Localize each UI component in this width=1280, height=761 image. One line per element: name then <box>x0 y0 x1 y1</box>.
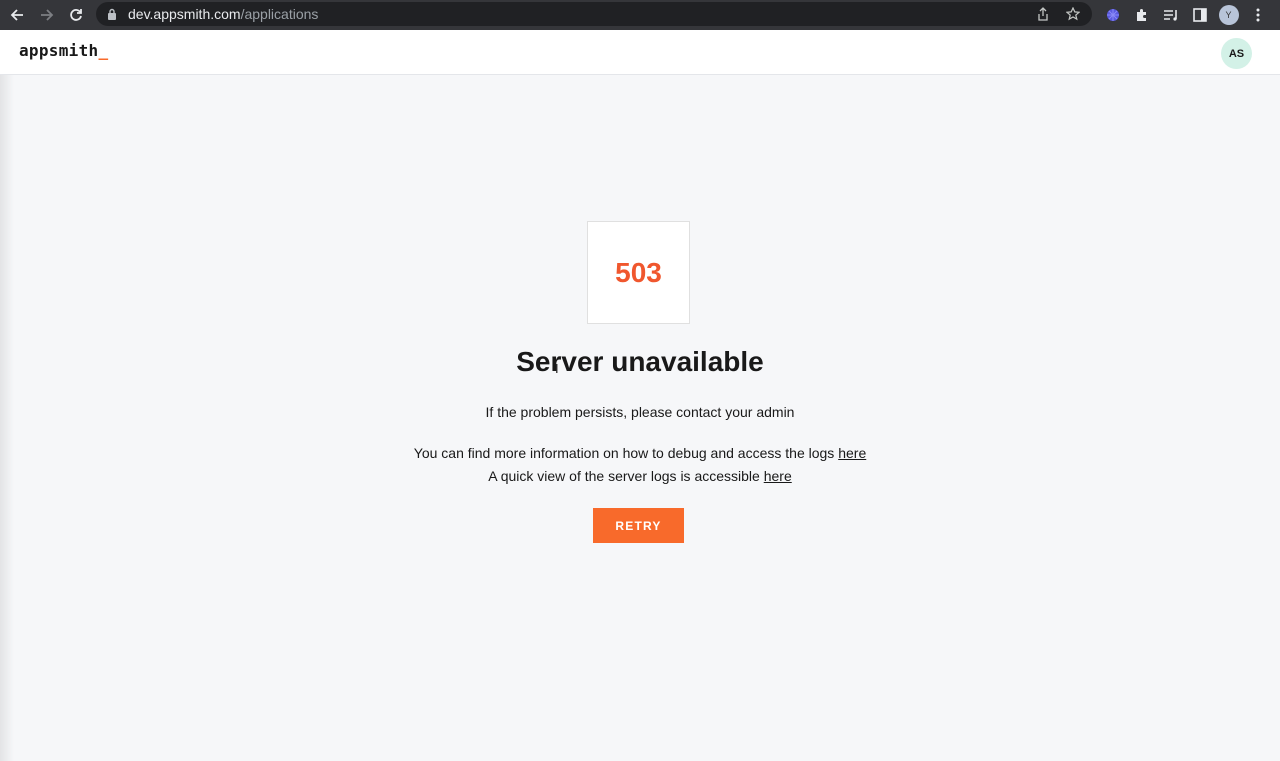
address-bar[interactable]: dev.appsmith.com/applications <box>96 2 1092 26</box>
browser-toolbar: dev.appsmith.com/applications Y <box>0 0 1280 30</box>
error-code-card: 503 <box>587 221 690 324</box>
server-logs-text: A quick view of the server logs is acces… <box>488 468 760 484</box>
lock-icon[interactable] <box>106 7 118 21</box>
server-logs-line: A quick view of the server logs is acces… <box>340 468 940 484</box>
bookmark-star-icon[interactable] <box>1058 7 1088 21</box>
extensions-puzzle-icon[interactable] <box>1127 0 1156 30</box>
appsmith-logo[interactable]: appsmith_ <box>19 41 108 60</box>
logo-cursor: _ <box>98 41 109 60</box>
url-host: dev.appsmith.com <box>128 6 241 22</box>
error-code: 503 <box>615 256 662 288</box>
profile-picture: Y <box>1218 5 1239 25</box>
error-message: If the problem persists, please contact … <box>485 404 795 420</box>
retry-button[interactable]: RETRY <box>593 508 684 543</box>
side-panel-icon[interactable] <box>1185 0 1214 30</box>
debug-docs-link[interactable]: here <box>838 445 866 461</box>
logo-text: appsmith <box>19 41 99 60</box>
server-logs-link[interactable]: here <box>764 468 792 484</box>
profile-icon[interactable]: Y <box>1214 0 1243 30</box>
left-edge-shadow <box>0 75 14 761</box>
share-icon[interactable] <box>1028 7 1058 21</box>
user-avatar[interactable]: AS <box>1221 38 1252 69</box>
forward-icon[interactable] <box>33 2 61 28</box>
debug-info-line: You can find more information on how to … <box>340 445 940 461</box>
reading-list-icon[interactable] <box>1156 0 1185 30</box>
back-icon[interactable] <box>3 2 31 28</box>
text-cursor-icon: I <box>555 361 559 376</box>
extension-snowflake-icon[interactable] <box>1098 0 1127 30</box>
debug-info-text: You can find more information on how to … <box>413 445 835 461</box>
browser-menu-icon[interactable] <box>1243 0 1272 30</box>
url-path: /applications <box>240 6 319 22</box>
app-header: appsmith_ AS <box>0 30 1280 75</box>
reload-icon[interactable] <box>62 2 90 28</box>
page-title: Server unavailable <box>516 346 764 377</box>
